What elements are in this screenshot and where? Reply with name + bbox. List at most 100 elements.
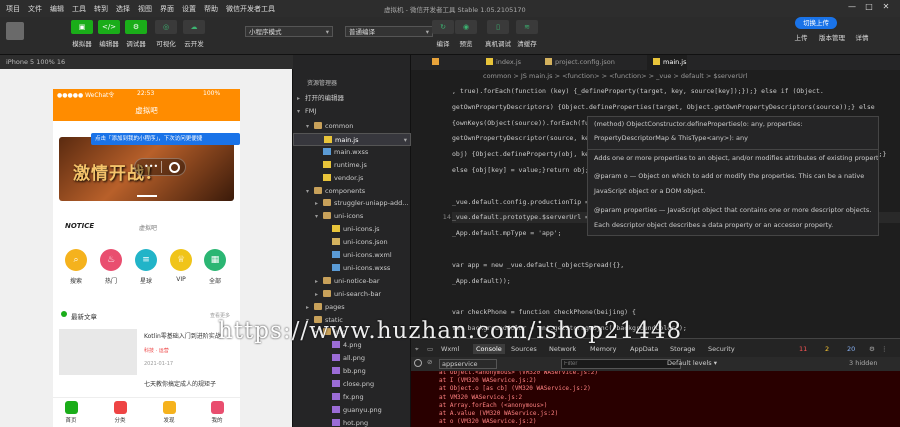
- device-selector[interactable]: iPhone 5 100% 16: [0, 55, 293, 69]
- article-item[interactable]: Kotlin零基础入门到进阶实战 科技 · 运营 2021-01-17 七天教你…: [59, 325, 234, 395]
- menu-item[interactable]: 界面: [160, 4, 174, 14]
- tree-item[interactable]: ▸ struggler-uniapp-add...: [293, 197, 411, 210]
- device-toggle-icon[interactable]: ▭: [427, 345, 433, 353]
- clear-console-icon[interactable]: [414, 359, 422, 367]
- devtools-tab-console[interactable]: Console: [473, 344, 505, 354]
- devtools-tab-security[interactable]: Security: [708, 345, 735, 353]
- notice-bar[interactable]: NOTICE 虚拟吧: [59, 219, 234, 233]
- code-line[interactable]: _App.default));: [452, 277, 511, 285]
- tree-item[interactable]: guanyu.png: [293, 404, 411, 417]
- tree-item[interactable]: hot.png: [293, 417, 411, 427]
- menu-item[interactable]: 帮助: [204, 4, 218, 14]
- maximize-icon[interactable]: □: [862, 2, 876, 15]
- tree-item[interactable]: uni-icons.json: [293, 236, 411, 249]
- toolbar-button-0[interactable]: ▣ 模拟器: [69, 20, 95, 48]
- tree-item[interactable]: ▾ common: [293, 120, 411, 133]
- tree-item[interactable]: bb.png: [293, 365, 411, 378]
- grid-item-2[interactable]: ≡ 星球: [135, 249, 157, 285]
- toolbar-far-right-1[interactable]: 版本管理: [815, 32, 849, 42]
- devtools-tab-sources[interactable]: Sources: [511, 345, 537, 353]
- editor-tab-2[interactable]: project.config.json: [539, 55, 639, 70]
- menu-item[interactable]: 设置: [182, 4, 196, 14]
- tree-item[interactable]: uni-icons.js: [293, 223, 411, 236]
- menu-item[interactable]: 视图: [138, 4, 152, 14]
- grid-item-4[interactable]: ▦ 全部: [204, 249, 226, 285]
- editor-tab-0[interactable]: index.wxml: [426, 55, 476, 81]
- avatar[interactable]: [6, 22, 24, 40]
- tree-arrow-icon[interactable]: ▸: [315, 288, 323, 301]
- more-icon[interactable]: ⋮: [881, 345, 888, 353]
- menu-capsule[interactable]: •••: [134, 158, 186, 176]
- inspect-icon[interactable]: ⌖: [415, 345, 419, 354]
- tree-item[interactable]: runtime.js: [293, 159, 411, 172]
- code-line[interactable]: getOwnPropertyDescriptors) {Object.defin…: [452, 103, 875, 111]
- toolbar-button-1[interactable]: </> 编辑器: [96, 20, 122, 48]
- tree-item[interactable]: main.wxss: [293, 146, 411, 159]
- tree-item[interactable]: fx.png: [293, 391, 411, 404]
- editor-tab-1[interactable]: index.js: [480, 55, 535, 70]
- code-line[interactable]: var app = new _vue.default(_objectSpread…: [452, 261, 624, 269]
- tree-item[interactable]: ▸ uni-notice-bar: [293, 275, 411, 288]
- tree-arrow-icon[interactable]: ▾: [315, 210, 323, 223]
- tree-item[interactable]: ▸ pages: [293, 301, 411, 314]
- tab-3[interactable]: 我的: [205, 401, 229, 424]
- toolbar-button-2[interactable]: ⚙ 调试器: [123, 20, 149, 48]
- menu-item[interactable]: 项目: [6, 4, 20, 14]
- tree-arrow-icon[interactable]: ▸: [315, 197, 323, 210]
- menu-item[interactable]: 文件: [28, 4, 42, 14]
- menu-item[interactable]: 微信开发者工具: [226, 4, 275, 14]
- more-dots-icon[interactable]: •••: [144, 163, 158, 171]
- toolbar-button-4[interactable]: ☁ 云开发: [181, 20, 207, 48]
- tree-item[interactable]: uni-icons.wxml: [293, 249, 411, 262]
- devtools-tab-memory[interactable]: Memory: [590, 345, 616, 353]
- code-line[interactable]: else {obj[key] = value;}return obj;}: [452, 166, 593, 174]
- tree-arrow-icon[interactable]: ▾: [306, 120, 314, 133]
- context-select[interactable]: appservice: [439, 359, 497, 369]
- menu-item[interactable]: 编辑: [50, 4, 64, 14]
- tree-item[interactable]: close.png: [293, 378, 411, 391]
- tree-item[interactable]: vendor.js: [293, 172, 411, 185]
- tree-arrow-icon[interactable]: ▸: [306, 301, 314, 314]
- tree-item[interactable]: ▾ components: [293, 185, 411, 198]
- devtools-tab-wxml[interactable]: Wxml: [441, 345, 459, 353]
- tree-item[interactable]: ▸ uni-search-bar: [293, 288, 411, 301]
- close-icon[interactable]: ✕: [879, 2, 893, 15]
- tree-item[interactable]: uni-icons.wxss: [293, 262, 411, 275]
- menu-item[interactable]: 转到: [94, 4, 108, 14]
- console-filter-input[interactable]: [561, 359, 681, 369]
- filter-toggle-icon[interactable]: ⊘: [427, 358, 432, 366]
- open-editors-section[interactable]: ▸ 打开的编辑器: [293, 92, 411, 105]
- code-line[interactable]: var checkPhone = function checkPhone(bei…: [452, 308, 636, 316]
- devtools-tab-appdata[interactable]: AppData: [630, 345, 658, 353]
- menu-item[interactable]: 工具: [72, 4, 86, 14]
- tree-item[interactable]: ▾ uni-icons: [293, 210, 411, 223]
- toolbar-far-right-2[interactable]: 详情: [845, 32, 879, 42]
- tree-arrow-icon[interactable]: ▾: [306, 185, 314, 198]
- grid-item-1[interactable]: ♨ 热门: [100, 249, 122, 285]
- log-levels-select[interactable]: Default levels ▾: [667, 359, 717, 367]
- toolbar-right-button-2[interactable]: ▯ 真机调试: [482, 20, 514, 48]
- tab-1[interactable]: 分类: [108, 401, 132, 424]
- close-circle-icon[interactable]: [169, 162, 180, 173]
- upload-switch-button[interactable]: 切换上传: [795, 17, 837, 29]
- mode-select[interactable]: 小程序模式: [245, 26, 333, 37]
- minimize-icon[interactable]: —: [845, 2, 859, 15]
- toolbar-right-button-1[interactable]: ◉ 预览: [450, 20, 482, 48]
- devtools-tab-network[interactable]: Network: [549, 345, 576, 353]
- tree-item[interactable]: main.js: [293, 132, 411, 146]
- devtools-tab-storage[interactable]: Storage: [670, 345, 695, 353]
- tree-item[interactable]: all.png: [293, 352, 411, 365]
- project-root[interactable]: ▾ FMJ: [293, 105, 411, 118]
- code-line[interactable]: , true).forEach(function (key) {_defineP…: [452, 87, 824, 95]
- grid-item-3[interactable]: ♕ VIP: [170, 249, 192, 283]
- article-thumbnail[interactable]: [59, 329, 137, 375]
- tree-arrow-icon[interactable]: ▸: [315, 275, 323, 288]
- code-line[interactable]: _App.default.mpType = 'app';: [452, 229, 562, 237]
- tab-2[interactable]: 发现: [157, 401, 181, 424]
- toolbar-right-button-3[interactable]: ≋ 清缓存: [511, 20, 543, 48]
- grid-item-0[interactable]: ⌕ 搜索: [65, 249, 87, 285]
- toolbar-far-right-0[interactable]: 上传: [784, 32, 818, 42]
- add-to-mini-tip[interactable]: 点击「添加到我的小程序」，下次访问更便捷: [91, 133, 240, 145]
- compile-select[interactable]: 普通编译: [345, 26, 433, 37]
- menu-item[interactable]: 选择: [116, 4, 130, 14]
